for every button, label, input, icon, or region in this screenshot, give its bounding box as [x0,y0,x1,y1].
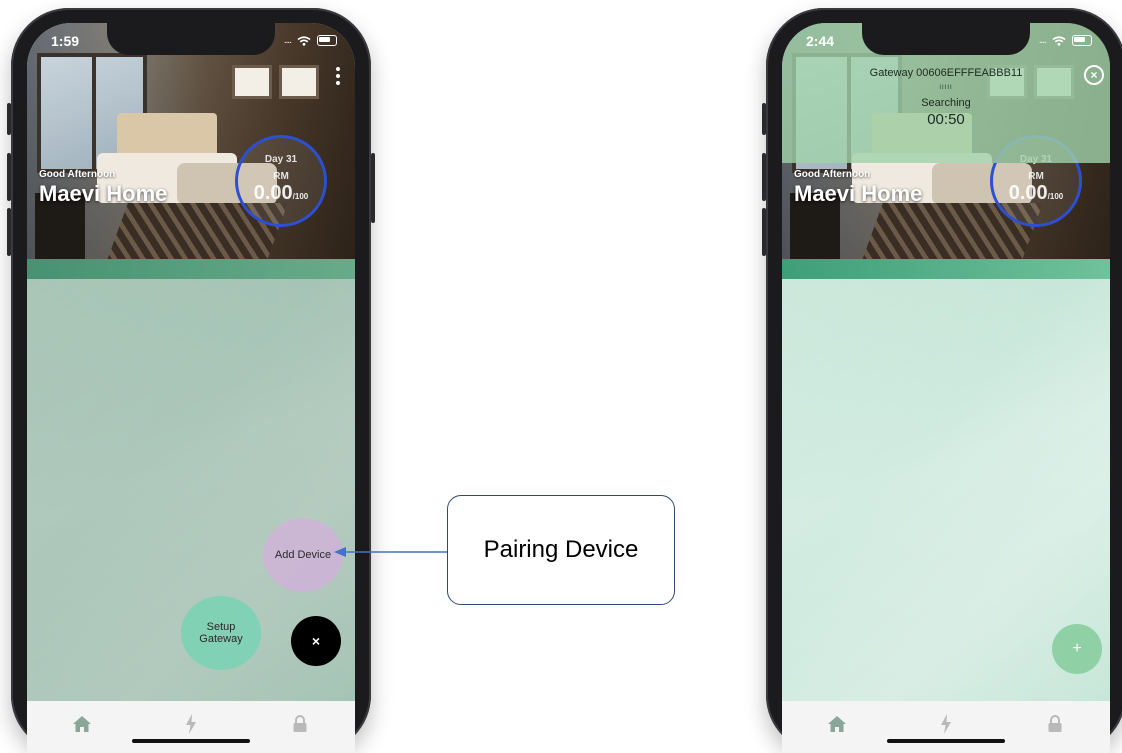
home-icon [827,716,846,732]
wifi-icon [297,35,311,46]
power-button [371,153,375,223]
phone-left: 1:59 .... Good Afternoon Maevi Home Day … [7,8,375,753]
gauge-amount-value: 0.00 [1008,182,1048,204]
wifi-icon [1052,35,1066,46]
status-time: 2:44 [806,33,835,49]
home-indicator[interactable] [132,739,250,743]
gauge-day: Day 31 [264,154,298,165]
home-name: Maevi Home [794,181,923,206]
phone-right: 2:44 .... Good Afternoon Maevi Home RM 0… [762,8,1122,753]
home-indicator[interactable] [887,739,1005,743]
home-icon [72,716,91,732]
search-timer: 00:50 [927,111,965,128]
dim-overlay[interactable] [27,259,355,753]
gauge-amount-value: 0.00 [253,182,293,204]
battery-icon [1072,35,1092,46]
notch [107,23,275,55]
gauge-amount: 0.00/100 [238,182,324,205]
home-name: Maevi Home [39,181,168,206]
gauge-limit: /100 [1047,192,1064,201]
close-banner-button[interactable]: × [1084,65,1104,85]
setup-gateway-button[interactable]: Setup Gateway [181,596,261,670]
tab-lock[interactable] [280,709,320,739]
signal-icon: .... [1038,35,1047,46]
volume-up-button [762,153,766,201]
tab-home[interactable] [62,709,102,739]
volume-down-button [7,208,11,256]
mute-switch [762,103,766,135]
searching-label: Searching [921,97,971,109]
energy-icon [185,714,196,734]
greeting-text: Good Afternoon [39,169,116,180]
room-art [279,65,319,99]
tab-energy[interactable] [926,709,966,739]
battery-icon [317,35,337,46]
gauge-limit: /100 [292,192,309,201]
annotation-callout: Pairing Device [447,495,675,605]
lock-icon [293,715,307,732]
tab-bar [27,701,355,753]
gauge-currency: RM [1028,171,1044,182]
greeting-text: Good Afternoon [794,169,871,180]
section-strip [782,259,1110,279]
searching-indicator: IIIII [939,85,953,91]
mute-switch [7,103,11,135]
gateway-id: Gateway 00606EFFFEABBB11 [869,67,1023,79]
lock-icon [1048,715,1062,732]
energy-icon [940,714,951,734]
close-menu-button[interactable]: × [291,616,341,666]
status-time: 1:59 [51,33,80,49]
tab-home[interactable] [817,709,857,739]
tab-lock[interactable] [1035,709,1075,739]
tab-bar [782,701,1110,753]
room-art [232,65,272,99]
status-icons: .... [284,35,337,46]
volume-down-button [762,208,766,256]
notch [862,23,1030,55]
gauge-currency: RM [273,171,289,182]
gauge-amount: 0.00/100 [993,182,1079,205]
signal-icon: .... [283,35,292,46]
volume-up-button [7,153,11,201]
annotation-label: Pairing Device [483,536,639,563]
annotation-arrow [334,547,447,557]
add-button[interactable]: + [1052,624,1102,674]
usage-gauge[interactable]: Day 31 RM 0.00/100 [235,135,327,227]
status-icons: .... [1039,35,1092,46]
more-options-icon[interactable] [335,67,341,88]
tab-energy[interactable] [171,709,211,739]
